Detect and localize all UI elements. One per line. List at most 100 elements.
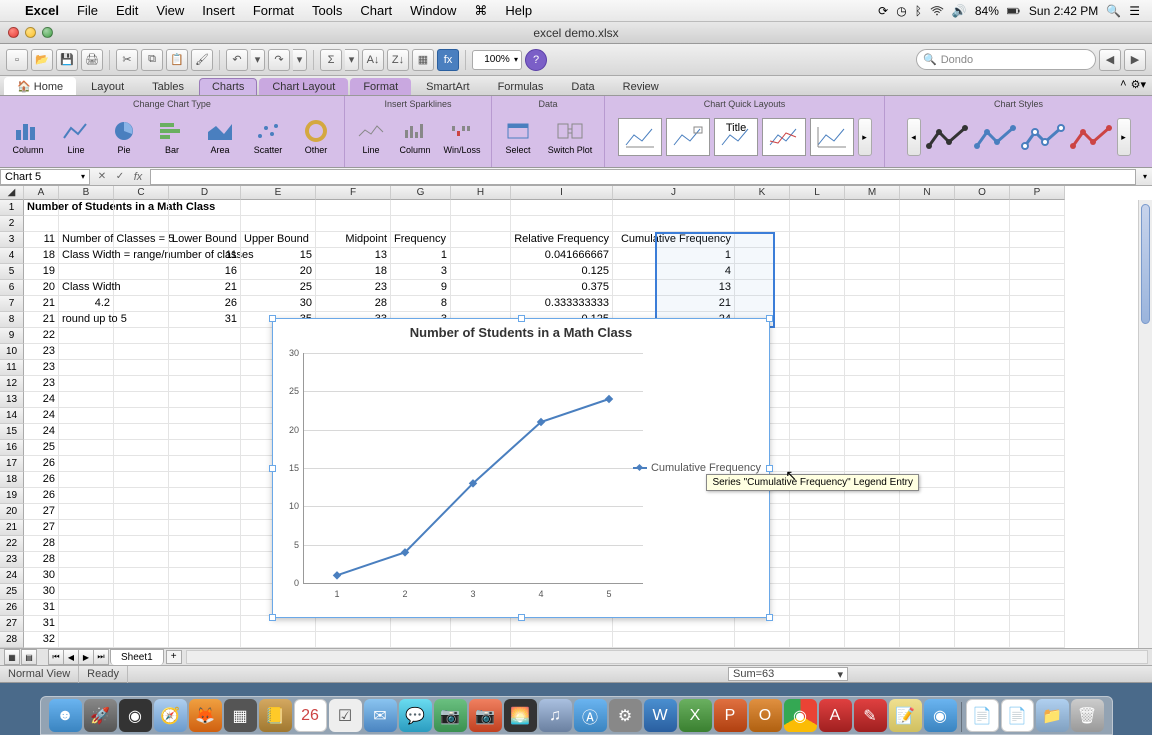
cell-O13[interactable] — [955, 392, 1010, 408]
chart-style-prev[interactable]: ◂ — [907, 118, 921, 156]
cell-G4[interactable]: 1 — [391, 248, 451, 264]
row-header-5[interactable]: 5 — [0, 264, 24, 280]
cell-D22[interactable] — [169, 536, 241, 552]
cell-P26[interactable] — [1010, 600, 1065, 616]
row-header-1[interactable]: 1 — [0, 200, 24, 216]
cell-A9[interactable]: 22 — [24, 328, 59, 344]
row-header-26[interactable]: 26 — [0, 600, 24, 616]
select-all[interactable]: ◢ — [0, 186, 24, 200]
cell-I5[interactable]: 0.125 — [511, 264, 613, 280]
menu-file[interactable]: File — [68, 0, 107, 22]
cell-L1[interactable] — [790, 200, 845, 216]
cell-O20[interactable] — [955, 504, 1010, 520]
cell-A23[interactable]: 28 — [24, 552, 59, 568]
cell-M7[interactable] — [845, 296, 900, 312]
cell-P15[interactable] — [1010, 424, 1065, 440]
cell-A19[interactable]: 26 — [24, 488, 59, 504]
cell-N4[interactable] — [900, 248, 955, 264]
dock-chrome[interactable]: ◉ — [784, 699, 817, 732]
format-painter-button[interactable]: 🖌 — [191, 49, 213, 71]
chart-style-4[interactable] — [1069, 120, 1113, 154]
help-button[interactable]: ? — [525, 49, 547, 71]
cell-K5[interactable] — [735, 264, 790, 280]
cell-O3[interactable] — [955, 232, 1010, 248]
dock-folder[interactable]: 📁 — [1036, 699, 1069, 732]
row-header-27[interactable]: 27 — [0, 616, 24, 632]
sheet-nav-last[interactable]: ⏭ — [93, 649, 109, 665]
cell-E27[interactable] — [241, 616, 316, 632]
menu-tools[interactable]: Tools — [303, 0, 351, 22]
cell-C8[interactable] — [114, 312, 169, 328]
cell-H2[interactable] — [451, 216, 511, 232]
cell-C19[interactable] — [114, 488, 169, 504]
cell-N3[interactable] — [900, 232, 955, 248]
dock-word[interactable]: W — [644, 699, 677, 732]
cell-C7[interactable] — [114, 296, 169, 312]
cell-B24[interactable] — [59, 568, 114, 584]
tab-home[interactable]: 🏠 Home — [4, 77, 76, 95]
row-header-22[interactable]: 22 — [0, 536, 24, 552]
dock-firefox[interactable]: 🦊 — [189, 699, 222, 732]
cell-A24[interactable]: 30 — [24, 568, 59, 584]
cell-N20[interactable] — [900, 504, 955, 520]
cell-M4[interactable] — [845, 248, 900, 264]
cell-N28[interactable] — [900, 632, 955, 648]
undo-button[interactable]: ↶ — [226, 49, 248, 71]
cell-B17[interactable] — [59, 456, 114, 472]
cell-E2[interactable] — [241, 216, 316, 232]
cell-C21[interactable] — [114, 520, 169, 536]
resize-handle[interactable] — [269, 315, 276, 322]
sort-za-button[interactable]: Z↓ — [387, 49, 409, 71]
row-header-4[interactable]: 4 — [0, 248, 24, 264]
row-header-20[interactable]: 20 — [0, 504, 24, 520]
cell-C11[interactable] — [114, 360, 169, 376]
resize-handle[interactable] — [269, 465, 276, 472]
cell-D19[interactable] — [169, 488, 241, 504]
cell-O27[interactable] — [955, 616, 1010, 632]
cell-K2[interactable] — [735, 216, 790, 232]
cell-N27[interactable] — [900, 616, 955, 632]
row-header-14[interactable]: 14 — [0, 408, 24, 424]
cell-D16[interactable] — [169, 440, 241, 456]
cell-I1[interactable] — [511, 200, 613, 216]
ribbon-options-icon[interactable]: ⚙▾ — [1131, 78, 1146, 91]
cell-P28[interactable] — [1010, 632, 1065, 648]
cell-D28[interactable] — [169, 632, 241, 648]
cell-C6[interactable] — [114, 280, 169, 296]
cell-C26[interactable] — [114, 600, 169, 616]
cell-D2[interactable] — [169, 216, 241, 232]
embedded-chart[interactable]: Number of Students in a Math Class 05101… — [272, 318, 770, 618]
nav-prev-button[interactable]: ◀ — [1099, 49, 1121, 71]
cell-P22[interactable] — [1010, 536, 1065, 552]
tab-formulas[interactable]: Formulas — [485, 78, 557, 95]
tab-tables[interactable]: Tables — [139, 78, 197, 95]
cell-I6[interactable]: 0.375 — [511, 280, 613, 296]
cell-M26[interactable] — [845, 600, 900, 616]
cell-O10[interactable] — [955, 344, 1010, 360]
cell-M12[interactable] — [845, 376, 900, 392]
cell-G27[interactable] — [391, 616, 451, 632]
cell-A10[interactable]: 23 — [24, 344, 59, 360]
cell-D1[interactable] — [169, 200, 241, 216]
gallery-button[interactable]: ▦ — [412, 49, 434, 71]
cell-O21[interactable] — [955, 520, 1010, 536]
cell-L12[interactable] — [790, 376, 845, 392]
resize-handle[interactable] — [766, 465, 773, 472]
row-header-19[interactable]: 19 — [0, 488, 24, 504]
row-header-23[interactable]: 23 — [0, 552, 24, 568]
cell-N26[interactable] — [900, 600, 955, 616]
quick-layout-more[interactable]: ▸ — [858, 118, 872, 156]
row-header-21[interactable]: 21 — [0, 520, 24, 536]
cell-E1[interactable] — [241, 200, 316, 216]
col-header-H[interactable]: H — [451, 186, 511, 200]
cell-O24[interactable] — [955, 568, 1010, 584]
cell-N7[interactable] — [900, 296, 955, 312]
cell-M5[interactable] — [845, 264, 900, 280]
sparkline-line-button[interactable]: Line — [351, 110, 391, 164]
cell-C10[interactable] — [114, 344, 169, 360]
formula-builder-button[interactable]: fx — [437, 49, 459, 71]
dock-calendar[interactable]: 26 — [294, 699, 327, 732]
select-data-button[interactable]: Select — [498, 110, 538, 164]
row-header-13[interactable]: 13 — [0, 392, 24, 408]
dock-reader[interactable]: ✎ — [854, 699, 887, 732]
